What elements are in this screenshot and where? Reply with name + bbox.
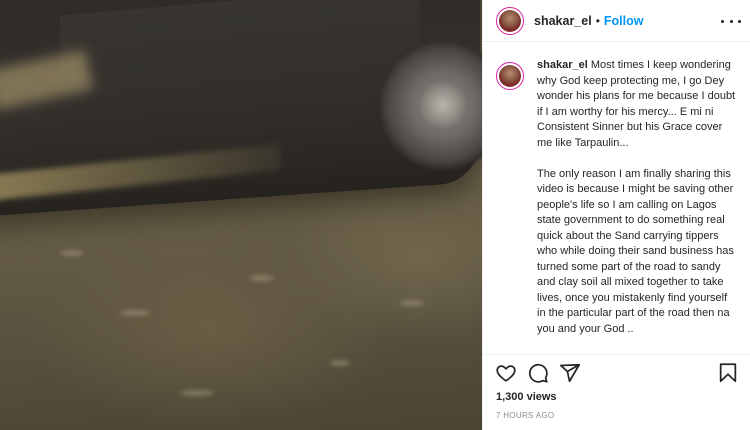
- action-icons: [495, 362, 741, 386]
- video-frame-sand: [330, 360, 350, 366]
- view-count[interactable]: 1,300 views: [496, 391, 557, 403]
- heart-icon[interactable]: [495, 362, 519, 386]
- comments-area[interactable]: shakar_el Most times I keep wondering wh…: [483, 42, 750, 354]
- post-video[interactable]: [0, 0, 482, 430]
- follow-button[interactable]: Follow: [604, 14, 644, 28]
- video-frame-sand: [120, 310, 150, 316]
- caption-avatar[interactable]: [496, 62, 524, 90]
- post-actions: 1,300 views 7 HOURS AGO: [483, 354, 750, 430]
- bookmark-icon[interactable]: [717, 362, 741, 386]
- video-frame-sand: [400, 300, 424, 306]
- separator-dot: •: [595, 13, 600, 28]
- video-frame-sand: [250, 275, 274, 281]
- more-dot: [729, 19, 733, 23]
- caption-username-link[interactable]: shakar_el: [537, 59, 588, 71]
- username-link[interactable]: shakar_el: [534, 14, 592, 28]
- post-header: shakar_el • Follow: [483, 0, 750, 42]
- post-side-panel: shakar_el • Follow shakar_el Most times …: [482, 0, 750, 430]
- avatar-image: [499, 65, 521, 87]
- video-frame-wheel-hub: [420, 82, 466, 128]
- avatar[interactable]: [496, 6, 524, 35]
- comment-icon[interactable]: [527, 362, 551, 386]
- caption-text: Most times I keep wondering why God keep…: [537, 59, 736, 335]
- instagram-post: shakar_el • Follow shakar_el Most times …: [0, 0, 750, 430]
- caption-body: shakar_el Most times I keep wondering wh…: [537, 58, 738, 337]
- share-icon[interactable]: [559, 362, 583, 386]
- more-dot: [721, 19, 724, 23]
- video-frame-sand: [180, 390, 214, 396]
- avatar-image: [499, 9, 521, 32]
- more-options-icon[interactable]: [721, 13, 741, 29]
- caption: shakar_el Most times I keep wondering wh…: [496, 58, 743, 337]
- post-timestamp[interactable]: 7 HOURS AGO: [496, 411, 554, 420]
- more-dot: [738, 19, 741, 23]
- video-frame-sand: [60, 250, 84, 256]
